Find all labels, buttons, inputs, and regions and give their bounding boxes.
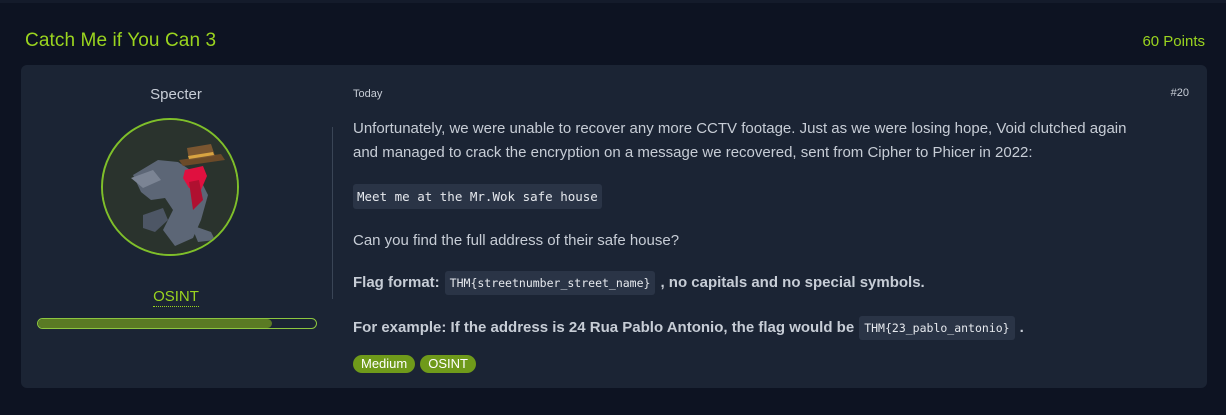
rank-progress-fill [38,319,272,328]
tag-category[interactable]: OSINT [420,355,476,373]
post-paragraph: Unfortunately, we were unable to recover… [353,120,1127,161]
flag-format-code: THM{streetnumber_street_name} [444,270,656,295]
post-date: Today [353,88,383,100]
example-code: THM{23_pablo_antonio} [859,315,1015,340]
example-line: For example: If the address is 24 Rua Pa… [353,314,1024,341]
message-code: Meet me at the Mr.Wok safe house [353,184,602,209]
avatar[interactable] [101,118,239,256]
post-question: Can you find the full address of their s… [353,232,680,249]
top-border [0,0,1226,3]
challenge-points: 60 Points [1142,32,1205,50]
author-panel: Specter OSINT [21,65,331,388]
flag-format-suffix: , no capitals and no special symbols. [660,274,925,291]
tag-list: Medium OSINT [353,355,476,373]
example-label: For example: If the address is 24 Rua Pa… [353,319,855,336]
challenge-title[interactable]: Catch Me if You Can 3 [25,30,216,52]
spy-figure-icon [103,120,237,254]
tag-difficulty[interactable]: Medium [353,355,416,373]
challenge-header: Catch Me if You Can 3 60 Points [25,28,1205,54]
post-number[interactable]: #20 [1171,87,1189,99]
author-name[interactable]: Specter [21,86,331,103]
author-rank[interactable]: OSINT [21,288,331,307]
rank-progress-bar [37,318,317,329]
challenge-card: Specter OSINT Today #20 Unfortunately, w… [21,65,1207,388]
flag-format-line: Flag format: THM{streetnumber_street_nam… [353,269,925,296]
flag-format-label: Flag format: [353,274,440,291]
author-rank-label[interactable]: OSINT [153,288,199,307]
column-divider [332,127,333,299]
example-suffix: . [1019,319,1024,336]
post-body: Today #20 Unfortunately, we were unable … [353,65,1193,388]
